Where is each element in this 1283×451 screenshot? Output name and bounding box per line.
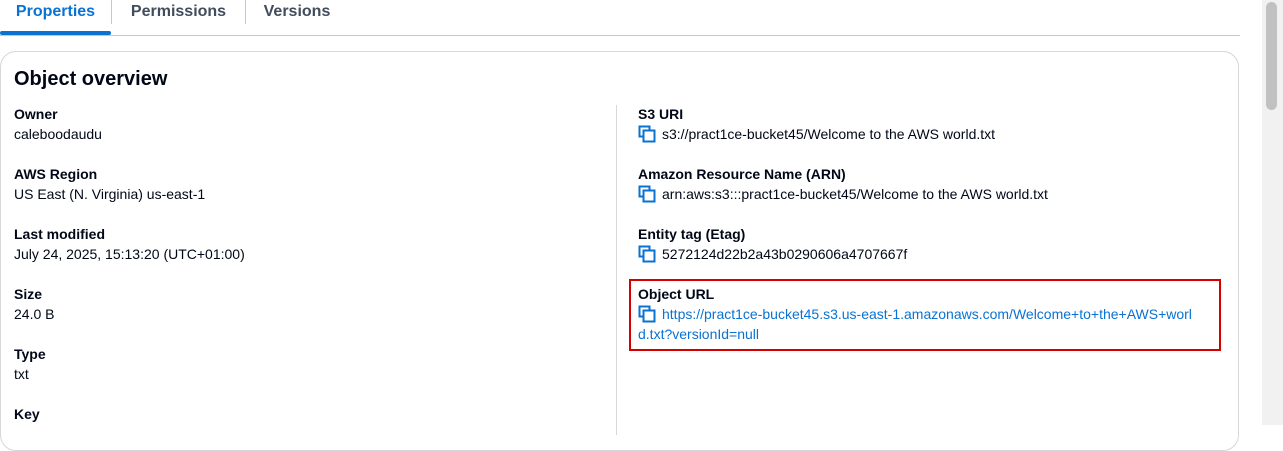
panel-title: Object overview	[14, 68, 168, 90]
field-value: txt	[14, 366, 29, 382]
field-type: Type txt	[14, 344, 46, 384]
object-url-link[interactable]: https://pract1ce-bucket45.s3.us-east-1.a…	[638, 304, 1192, 344]
field-etag: Entity tag (Etag) 5272124d22b2a43b029060…	[638, 224, 907, 264]
object-url-line[interactable]: https://pract1ce-bucket45.s3.us-east-1.a…	[662, 304, 1192, 324]
object-url-line[interactable]: d.txt?versionId=null	[638, 324, 1192, 344]
field-value: s3://pract1ce-bucket45/Welcome to the AW…	[662, 126, 996, 142]
copy-icon[interactable]	[638, 185, 656, 203]
tab-properties[interactable]: Properties	[0, 0, 111, 35]
field-label: S3 URI	[638, 106, 684, 122]
field-object-url: Object URL https://pract1ce-bucket45.s3.…	[638, 284, 1192, 344]
tab-versions[interactable]: Versions	[246, 0, 348, 33]
field-label: Object URL	[638, 286, 715, 302]
field-label: Key	[14, 406, 40, 422]
field-label: Owner	[14, 106, 58, 122]
field-label: Amazon Resource Name (ARN)	[638, 166, 846, 182]
field-value: arn:aws:s3:::pract1ce-bucket45/Welcome t…	[662, 186, 1048, 202]
copy-icon[interactable]	[638, 245, 656, 263]
field-last-modified: Last modified July 24, 2025, 15:13:20 (U…	[14, 224, 245, 264]
field-label: Entity tag (Etag)	[638, 226, 746, 242]
field-owner: Owner caleboodaudu	[14, 104, 102, 144]
field-label: Size	[14, 286, 43, 302]
field-arn: Amazon Resource Name (ARN) arn:aws:s3:::…	[638, 164, 1048, 204]
field-s3-uri: S3 URI s3://pract1ce-bucket45/Welcome to…	[638, 104, 995, 144]
scrollbar-thumb[interactable]	[1266, 2, 1277, 110]
field-label: Last modified	[14, 226, 106, 242]
field-value: July 24, 2025, 15:13:20 (UTC+01:00)	[14, 246, 245, 262]
column-divider	[616, 105, 617, 435]
field-value: 5272124d22b2a43b0290606a4707667f	[662, 246, 908, 262]
page-scrollbar[interactable]	[1262, 0, 1283, 425]
tab-permissions[interactable]: Permissions	[112, 0, 245, 33]
field-region: AWS Region US East (N. Virginia) us-east…	[14, 164, 205, 204]
field-label: Type	[14, 346, 46, 362]
field-value: caleboodaudu	[14, 126, 102, 142]
tab-bar: Properties Permissions Versions	[0, 0, 1240, 36]
copy-icon[interactable]	[638, 305, 656, 323]
field-label: AWS Region	[14, 166, 98, 182]
field-value: 24.0 B	[14, 306, 55, 322]
field-value: US East (N. Virginia) us-east-1	[14, 186, 206, 202]
field-size: Size 24.0 B	[14, 284, 54, 324]
field-key: Key	[14, 404, 40, 424]
copy-icon[interactable]	[638, 125, 656, 143]
